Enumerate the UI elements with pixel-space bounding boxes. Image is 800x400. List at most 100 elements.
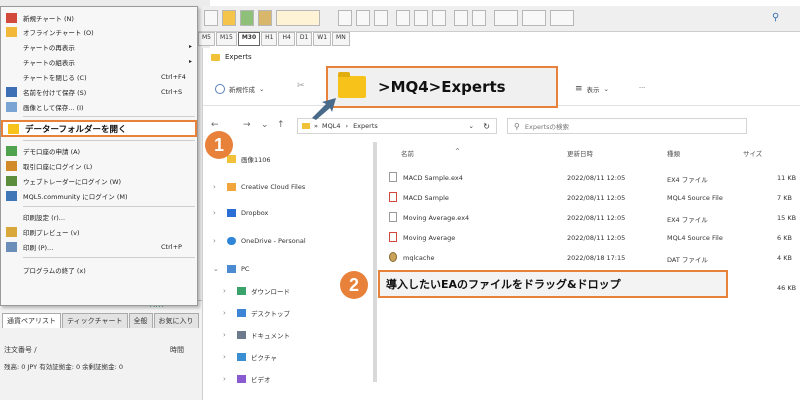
file-row[interactable]: Moving Average.ex4 2022/08/11 12:05 EX4 … bbox=[385, 208, 800, 228]
zoom-in-icon[interactable] bbox=[396, 10, 410, 26]
file-row[interactable]: Moving Average 2022/08/11 12:05 MQL4 Sou… bbox=[385, 228, 800, 248]
auto-trading-button[interactable] bbox=[276, 10, 320, 26]
menu-separator bbox=[23, 140, 195, 141]
breadcrumb-mql4[interactable]: MQL4 bbox=[322, 122, 340, 130]
scrollbar[interactable] bbox=[373, 142, 377, 382]
file-row[interactable]: MACD Sample 2022/08/11 12:05 MQL4 Source… bbox=[385, 188, 800, 208]
menu-item-webtrader[interactable]: ウェブトレーダーにログイン (W) bbox=[1, 174, 197, 187]
desktop-icon bbox=[237, 309, 246, 317]
timeframe-h1[interactable]: H1 bbox=[261, 32, 278, 46]
offline-chart-icon bbox=[6, 26, 17, 37]
chevron-down-icon: ⌄ bbox=[213, 265, 219, 273]
download-icon bbox=[237, 287, 246, 295]
path-callout: >MQ4>Experts bbox=[326, 66, 558, 108]
nav-item-creative-cloud[interactable]: › Creative Cloud Files bbox=[203, 180, 305, 194]
nav-item-documents[interactable]: › ドキュメント bbox=[213, 328, 290, 342]
timeframe-h4[interactable]: H4 bbox=[278, 32, 295, 46]
menu-item-close-chart[interactable]: チャートを閉じる (C) Ctrl+F4 bbox=[1, 70, 197, 83]
timeframe-m15[interactable]: M15 bbox=[216, 32, 237, 46]
file-icon bbox=[389, 172, 397, 182]
file-row[interactable]: mqlcache 2022/08/18 17:15 DAT ファイル 4 KB bbox=[385, 248, 800, 268]
search-icon: ⚲ bbox=[514, 121, 520, 131]
menu-separator bbox=[23, 206, 195, 207]
menu-item-print-preview[interactable]: 印刷プレビュー (v) bbox=[1, 225, 197, 238]
tab-general[interactable]: 全般 bbox=[128, 313, 153, 328]
menu-item-mql5-community[interactable]: MQL5.community にログイン (M) bbox=[1, 189, 197, 202]
menu-item-redisplay-chart[interactable]: チャートの再表示 ▸ bbox=[1, 40, 197, 53]
chevron-right-icon: › bbox=[213, 209, 216, 217]
menu-item-chart-set[interactable]: チャートの組表示 ▸ bbox=[1, 55, 197, 68]
tool-icon[interactable] bbox=[258, 10, 272, 26]
bar-chart-icon[interactable] bbox=[338, 10, 352, 26]
cut-icon[interactable]: ✂ bbox=[297, 81, 305, 91]
menu-item-new-chart[interactable]: 新規チャート (N) bbox=[1, 11, 197, 24]
nav-item-downloads[interactable]: › ダウンロード bbox=[213, 284, 290, 298]
timeframe-m30[interactable]: M30 bbox=[237, 32, 261, 46]
menu-item-save-picture[interactable]: 画像として保存... (I) bbox=[1, 100, 197, 113]
line-chart-icon[interactable] bbox=[374, 10, 388, 26]
community-icon bbox=[6, 190, 17, 201]
tab-favorites[interactable]: お気に入り bbox=[153, 313, 199, 328]
new-button[interactable]: 新規作成 ⌄ bbox=[215, 84, 264, 94]
more-button[interactable]: ··· bbox=[639, 84, 645, 92]
menu-item-save-as[interactable]: 名前を付けて保存 (S) Ctrl+S bbox=[1, 85, 197, 98]
nav-item-onedrive[interactable]: › OneDrive - Personal bbox=[203, 234, 306, 248]
periods-button[interactable] bbox=[522, 10, 546, 26]
timeframe-m5[interactable]: M5 bbox=[198, 32, 215, 46]
chevron-right-icon: › bbox=[223, 353, 226, 361]
search-input[interactable]: ⚲ Expertsの検索 bbox=[507, 118, 747, 134]
menu-item-exit[interactable]: プログラムの終了 (x) bbox=[1, 263, 197, 276]
refresh-icon[interactable]: ↻ bbox=[483, 122, 490, 131]
menu-item-print[interactable]: 印刷 (P)... Ctrl+P bbox=[1, 240, 197, 253]
drop-instruction-text: 導入したいEAのファイルをドラッグ&ドロップ bbox=[386, 278, 621, 291]
templates-button[interactable] bbox=[550, 10, 574, 26]
forward-arrow-icon[interactable]: → bbox=[243, 120, 251, 130]
address-input[interactable]: » MQL4 › Experts ⌄ ↻ bbox=[297, 118, 497, 134]
nav-item-dropbox[interactable]: › Dropbox bbox=[203, 206, 268, 220]
file-icon bbox=[389, 212, 397, 222]
chevron-right-icon: ▸ bbox=[189, 43, 193, 50]
nav-item-pc[interactable]: ⌄ PC bbox=[203, 262, 249, 276]
menu-item-login[interactable]: 取引口座にログイン (L) bbox=[1, 159, 197, 172]
column-type[interactable]: 種類 bbox=[667, 148, 680, 158]
video-icon bbox=[237, 375, 246, 383]
menu-item-demo-account[interactable]: デモ口座の申請 (A) bbox=[1, 144, 197, 157]
nav-item-videos[interactable]: › ビデオ bbox=[213, 372, 271, 386]
timeframe-mn[interactable]: MN bbox=[332, 32, 350, 46]
chart-tool-icon[interactable] bbox=[240, 10, 254, 26]
timeframe-w1[interactable]: W1 bbox=[313, 32, 332, 46]
mql-file-icon bbox=[389, 192, 397, 202]
chevron-down-icon[interactable]: ⌄ bbox=[469, 122, 474, 130]
step-badge-1: 1 bbox=[205, 131, 233, 159]
back-arrow-icon[interactable]: ← bbox=[211, 120, 219, 130]
timeframe-d1[interactable]: D1 bbox=[295, 32, 313, 46]
folder-tool-icon[interactable] bbox=[222, 10, 236, 26]
breadcrumb-experts[interactable]: Experts bbox=[353, 122, 378, 130]
tab-symbols[interactable]: 通貨ペアリスト bbox=[2, 313, 61, 328]
indicators-button[interactable] bbox=[494, 10, 518, 26]
column-size[interactable]: サイズ bbox=[743, 148, 762, 158]
zoom-out-icon[interactable] bbox=[414, 10, 428, 26]
column-date[interactable]: 更新日時 bbox=[567, 148, 593, 158]
search-icon[interactable]: ⚲ bbox=[772, 12, 779, 23]
column-name[interactable]: 名前 bbox=[401, 148, 414, 158]
menu-item-print-setup[interactable]: 印刷設定 (r)... bbox=[1, 210, 197, 223]
print-preview-icon bbox=[6, 226, 17, 237]
chevron-right-icon: › bbox=[223, 331, 226, 339]
documents-icon bbox=[237, 331, 246, 339]
candle-chart-icon[interactable] bbox=[356, 10, 370, 26]
view-button[interactable]: ≡ 表示 ⌄ bbox=[575, 84, 609, 94]
scroll-icon[interactable] bbox=[454, 10, 468, 26]
tab-tick-chart[interactable]: ティックチャート bbox=[62, 313, 128, 328]
tile-icon[interactable] bbox=[432, 10, 446, 26]
toolbar-button[interactable] bbox=[204, 10, 218, 26]
menu-item-offline-chart[interactable]: オフラインチャート (O) bbox=[1, 25, 197, 38]
up-arrow-icon[interactable]: ↑ bbox=[277, 120, 285, 130]
menu-item-open-data-folder[interactable]: データーフォルダーを開く bbox=[1, 120, 197, 137]
shift-icon[interactable] bbox=[472, 10, 486, 26]
nav-item-desktop[interactable]: › デスクトップ bbox=[213, 306, 290, 320]
file-row[interactable]: MACD Sample.ex4 2022/08/11 12:05 EX4 ファイ… bbox=[385, 168, 800, 188]
chevron-down-icon[interactable]: ⌄ bbox=[261, 120, 269, 130]
address-bar: ← → ⌄ ↑ » MQL4 › Experts ⌄ ↻ ⚲ Expertsの検… bbox=[203, 116, 800, 136]
nav-item-pictures[interactable]: › ピクチャ bbox=[213, 350, 277, 364]
